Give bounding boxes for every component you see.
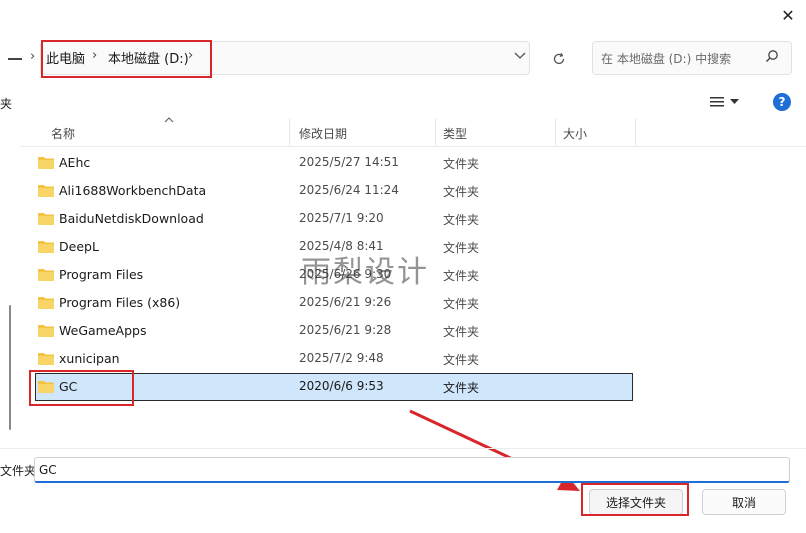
folder-name-field[interactable] — [34, 457, 790, 483]
footer-divider — [0, 448, 806, 449]
annotation-arrow — [409, 409, 580, 491]
annotation-box-select-button — [581, 483, 689, 516]
cancel-button[interactable]: 取消 — [702, 489, 786, 515]
